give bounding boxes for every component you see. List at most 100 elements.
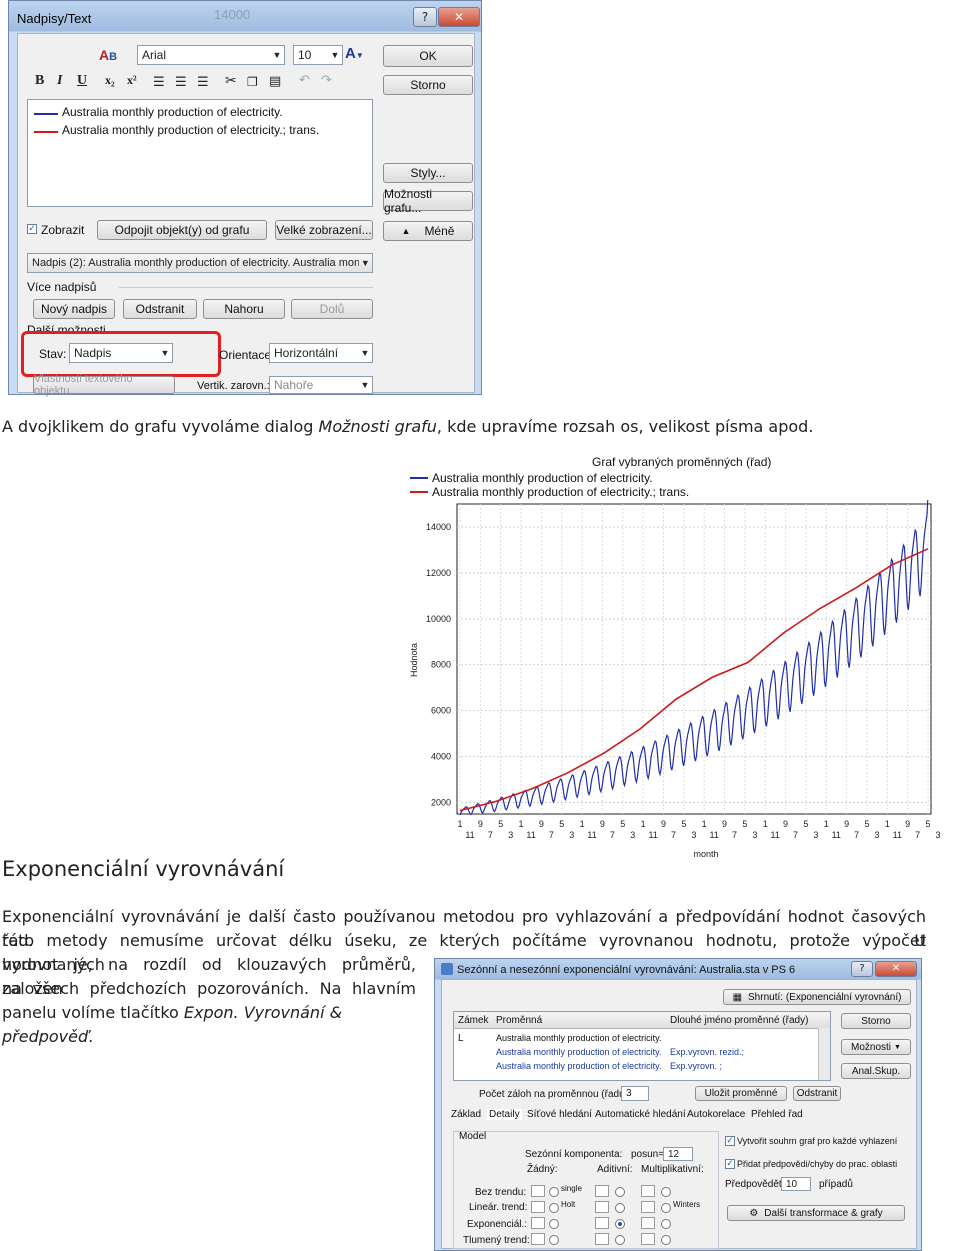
show-checkbox[interactable]: ✓ — [27, 224, 37, 234]
col-variable: Proměnná — [496, 1015, 543, 1026]
chart-legend-2: Australia monthly production of electric… — [432, 485, 690, 499]
tab-details[interactable]: Detaily — [487, 1109, 522, 1120]
radio-mult-damped[interactable] — [661, 1235, 671, 1245]
radio-add-exp[interactable] — [615, 1219, 625, 1229]
cut-icon[interactable]: ✂ — [225, 73, 237, 89]
move-down-button[interactable]: Dolů — [291, 299, 373, 319]
undo-icon[interactable]: ↶ — [299, 73, 310, 88]
text-color-icon[interactable]: A▼ — [345, 45, 373, 65]
radio-mult-linear[interactable] — [661, 1203, 671, 1213]
summary-button[interactable]: ▦ Shrnutí: (Exponenciální vyrovnání) — [723, 989, 911, 1005]
radio-none-exp[interactable] — [549, 1219, 559, 1229]
subscript-button[interactable]: x₂ — [105, 73, 115, 88]
lag-label: posun= — [631, 1149, 665, 1160]
backups-stepper[interactable]: 3 — [621, 1086, 649, 1101]
legend-line-red — [34, 131, 58, 133]
bold-button[interactable]: B — [35, 73, 44, 89]
new-title-button[interactable]: Nový nadpis — [33, 299, 115, 319]
title-selector[interactable]: Nadpis (2): Australia monthly production… — [27, 253, 373, 273]
model-thumbnail-icon — [641, 1201, 655, 1213]
more-transforms-button[interactable]: ⚙ Další transformace & grafy — [727, 1205, 905, 1221]
radio-none-linear[interactable] — [549, 1203, 559, 1213]
font-color-icon[interactable]: AB — [99, 47, 121, 65]
remove-button[interactable]: Odstranit — [793, 1086, 841, 1101]
radio-add-damped[interactable] — [615, 1235, 625, 1245]
forecast-stepper[interactable]: 10 — [781, 1177, 811, 1191]
radio-none-damped[interactable] — [549, 1235, 559, 1245]
align-left-icon[interactable]: ☰ — [153, 75, 165, 90]
x-tick-label: 3 — [569, 830, 574, 840]
close-button[interactable]: ✕ — [875, 961, 917, 977]
x-tick-label: 3 — [752, 830, 757, 840]
tab-basic[interactable]: Základ — [451, 1109, 481, 1120]
chart-title: Graf vybraných proměnných (řad) — [592, 455, 772, 469]
arrow-up-icon: ▲ — [401, 226, 411, 236]
superscript-button[interactable]: x² — [127, 73, 137, 88]
x-tick-label: 9 — [722, 819, 727, 829]
tab-autocorrelation[interactable]: Autokorelace — [687, 1109, 745, 1120]
x-tick-label: 5 — [681, 819, 686, 829]
table-row: L — [458, 1033, 464, 1044]
x-tick-label: 7 — [488, 830, 493, 840]
large-view-button[interactable]: Velké zobrazení... — [275, 220, 373, 240]
underline-button[interactable]: U — [77, 73, 87, 89]
x-tick-label: 9 — [661, 819, 666, 829]
lag-stepper[interactable]: 12 — [663, 1147, 693, 1161]
close-button[interactable]: ✕ — [438, 7, 480, 27]
tab-auto-search[interactable]: Automatické hledání — [595, 1109, 686, 1120]
group-analysis-button[interactable]: Anal.Skup. — [841, 1063, 911, 1079]
italic-button[interactable]: I — [57, 73, 62, 89]
winters-label: Winters — [673, 1200, 701, 1209]
font-size-select[interactable]: 10 ▼ — [293, 45, 343, 65]
table-row[interactable]: Australia monthly production of electric… — [496, 1033, 661, 1043]
styles-button[interactable]: Styly... — [383, 163, 473, 183]
ok-button[interactable]: OK — [383, 45, 473, 67]
redo-icon[interactable]: ↷ — [321, 73, 332, 88]
col-long-name: Dlouhé jméno proměnné (řady) — [670, 1015, 809, 1026]
legend-text-2: Australia monthly production of electric… — [62, 123, 320, 137]
transform-icon: ⚙ — [749, 1207, 759, 1219]
radio-mult-exp[interactable] — [661, 1219, 671, 1229]
tab-series-overview[interactable]: Přehled řad — [751, 1109, 803, 1120]
help-button[interactable]: ? — [413, 7, 437, 27]
add-forecasts-checkbox[interactable]: ✓ — [725, 1159, 735, 1169]
seasonal-label: Sezónní komponenta: — [525, 1149, 623, 1160]
vertical-align-select[interactable]: Nahoře ▼ — [269, 376, 373, 394]
detach-button[interactable]: Odpojit objekt(y) od grafu — [97, 220, 267, 240]
storno-button[interactable]: Storno — [383, 75, 473, 95]
less-button[interactable]: ▲ Méně — [383, 221, 473, 241]
paste-icon[interactable]: ▤ — [269, 74, 281, 89]
radio-add-linear[interactable] — [615, 1203, 625, 1213]
text-properties-button[interactable]: Vlastnosti textového objektu... — [33, 373, 175, 397]
x-tick-label: 9 — [600, 819, 605, 829]
align-right-icon[interactable]: ☰ — [197, 75, 209, 90]
table-row[interactable]: Australia monthly production of electric… — [496, 1047, 661, 1057]
x-tick-label: 5 — [925, 819, 930, 829]
x-tick-label: 11 — [465, 830, 474, 840]
x-tick-label: 3 — [630, 830, 635, 840]
help-button[interactable]: ? — [851, 961, 873, 977]
x-tick-label: 11 — [587, 830, 596, 840]
options-button[interactable]: Možnosti ▼ — [841, 1039, 911, 1055]
orientation-select[interactable]: Horizontální ▼ — [269, 343, 373, 363]
move-up-button[interactable]: Nahoru — [203, 299, 285, 319]
create-summary-checkbox[interactable]: ✓ — [725, 1136, 735, 1146]
font-select[interactable]: Arial ▼ — [137, 45, 285, 65]
title-text-box[interactable]: Australia monthly production of electric… — [27, 99, 373, 207]
save-variables-button[interactable]: Uložit proměnné — [695, 1086, 787, 1101]
copy-icon[interactable]: ❐ — [247, 75, 258, 89]
storno-button[interactable]: Storno — [841, 1013, 911, 1029]
plot-area — [456, 503, 932, 815]
chevron-down-icon: ▼ — [330, 50, 340, 60]
remove-button[interactable]: Odstranit — [123, 299, 197, 319]
radio-add-no-trend[interactable] — [615, 1187, 625, 1197]
table-row[interactable]: Australia monthly production of electric… — [496, 1061, 661, 1071]
align-center-icon[interactable]: ☰ — [175, 75, 187, 90]
radio-none-no-trend[interactable] — [549, 1187, 559, 1197]
tab-grid-search[interactable]: Síťové hledání — [527, 1109, 592, 1120]
graph-options-button[interactable]: Možnosti grafu... — [383, 187, 473, 215]
table-scrollbar[interactable] — [818, 1028, 830, 1080]
radio-mult-no-trend[interactable] — [661, 1187, 671, 1197]
y-tick-label: 12000 — [426, 568, 451, 578]
x-tick-labels: 1119753111975311197531119753111975311197… — [457, 819, 940, 840]
